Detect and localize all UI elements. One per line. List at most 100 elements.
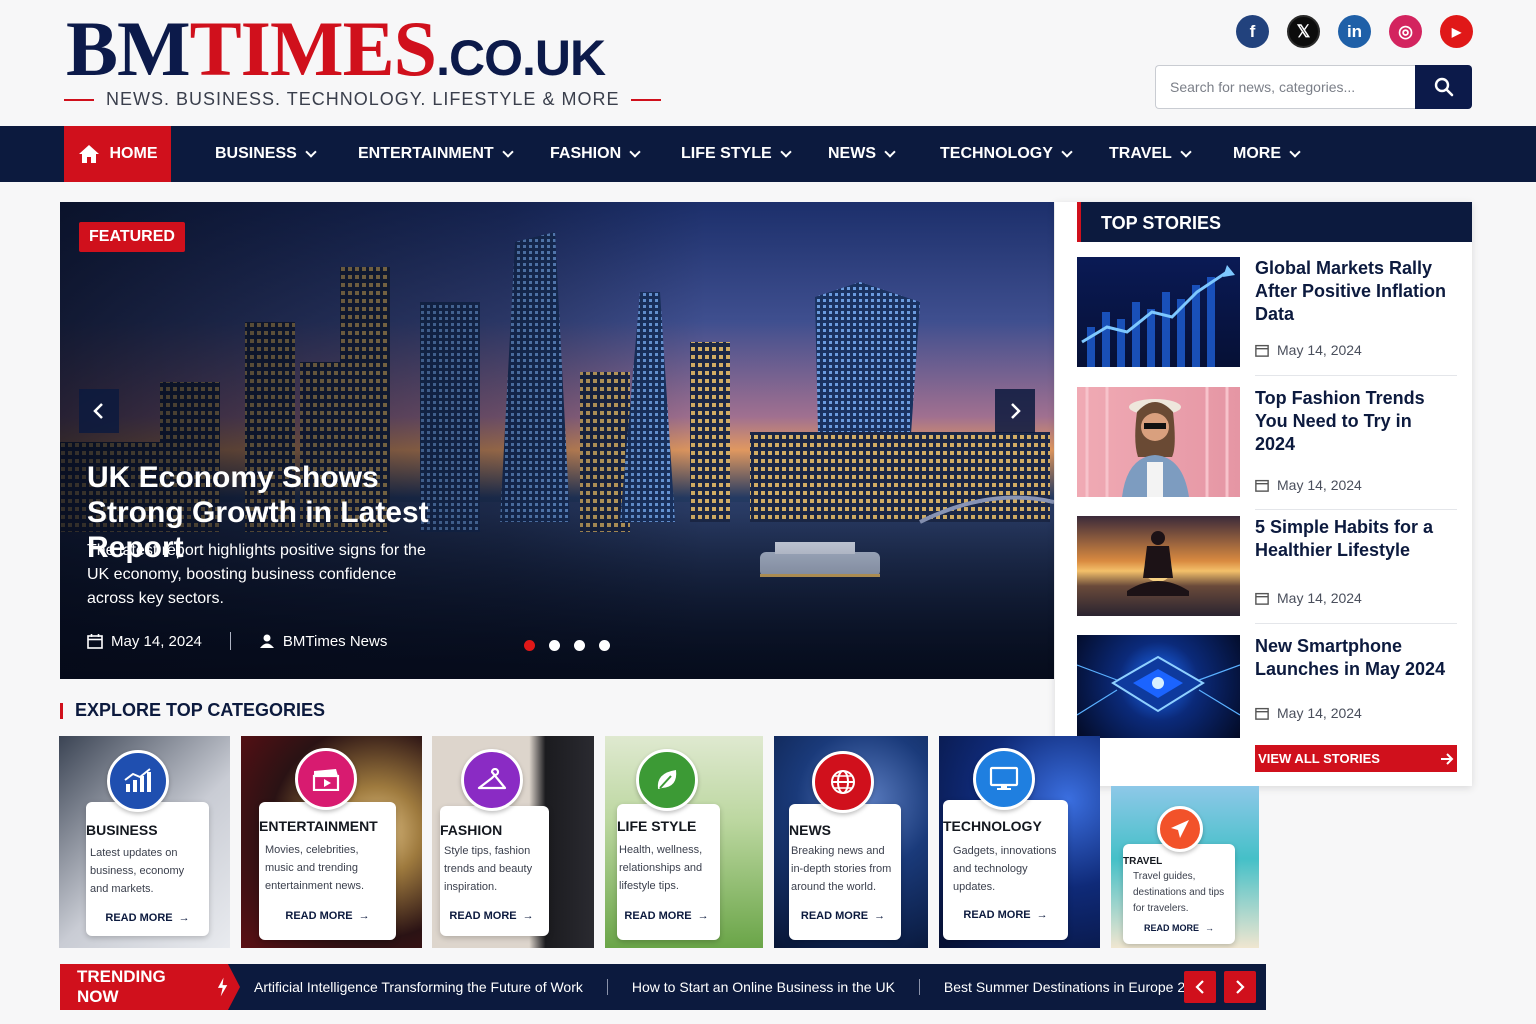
trending-prev-button[interactable] xyxy=(1184,971,1216,1003)
calendar-icon xyxy=(1255,344,1269,357)
featured-badge: FEATURED xyxy=(79,222,185,252)
youtube-icon[interactable]: ▶ xyxy=(1440,15,1473,48)
story-title[interactable]: New Smartphone Launches in May 2024 xyxy=(1255,635,1447,681)
read-more-link[interactable]: READ MORE → xyxy=(1123,923,1235,933)
category-name: ENTERTAINMENT xyxy=(259,818,378,834)
story-item[interactable]: 5 Simple Habits for a Healthier Lifestyl… xyxy=(1077,516,1457,624)
category-business[interactable]: BUSINESS Latest updates on business, eco… xyxy=(59,736,230,948)
trending-label: TRENDING NOW xyxy=(60,964,240,1010)
logo-times: TIMES xyxy=(189,5,437,92)
featured-author: BMTimes News xyxy=(282,632,388,650)
nav-label: NEWS xyxy=(828,145,876,162)
category-lifestyle[interactable]: LIFE STYLE Health, wellness, relationshi… xyxy=(605,736,763,948)
tagline-text: NEWS. BUSINESS. TECHNOLOGY. LIFESTYLE & … xyxy=(106,89,620,109)
chevron-down-icon xyxy=(1289,146,1301,158)
tagline: NEWS. BUSINESS. TECHNOLOGY. LIFESTYLE & … xyxy=(64,89,662,110)
read-more-link[interactable]: READ MORE → xyxy=(86,912,209,924)
category-description: Travel guides, destinations and tips for… xyxy=(1133,871,1225,914)
lightning-icon xyxy=(217,977,228,997)
featured-slider[interactable]: FEATURED UK Economy Shows Strong Growth … xyxy=(60,202,1054,679)
nav-home-label: HOME xyxy=(109,145,158,162)
logo-tld: .CO.UK xyxy=(436,30,606,86)
slider-dot-3[interactable] xyxy=(574,640,585,651)
slider-prev-button[interactable] xyxy=(79,389,119,433)
trending-separator xyxy=(918,979,920,995)
leaf-icon xyxy=(636,749,698,811)
nav-lifestyle[interactable]: LIFE STYLE xyxy=(681,126,792,182)
category-technology[interactable]: TECHNOLOGY Gadgets, innovations and tech… xyxy=(939,736,1100,948)
slider-dots xyxy=(524,640,610,651)
nav-label: FASHION xyxy=(550,145,622,162)
site-logo[interactable]: BMTIMES.CO.UK xyxy=(66,10,606,97)
category-name: LIFE STYLE xyxy=(617,818,697,834)
story-item[interactable]: New Smartphone Launches in May 2024 May … xyxy=(1077,635,1457,740)
top-stories-heading: TOP STORIES xyxy=(1077,202,1472,242)
view-all-stories-button[interactable]: VIEW ALL STORIES xyxy=(1255,745,1457,772)
story-date: May 14, 2024 xyxy=(1255,477,1362,493)
nav-label: ENTERTAINMENT xyxy=(358,145,494,162)
story-title[interactable]: Global Markets Rally After Positive Infl… xyxy=(1255,257,1447,326)
read-more-link[interactable]: READ MORE → xyxy=(440,910,543,922)
story-item[interactable]: Top Fashion Trends You Need to Try in 20… xyxy=(1077,387,1457,510)
nav-label: BUSINESS xyxy=(215,145,297,162)
category-entertainment[interactable]: ENTERTAINMENT Movies, celebrities, music… xyxy=(241,736,422,948)
nav-news[interactable]: NEWS xyxy=(828,126,896,182)
trending-item[interactable]: Best Summer Destinations in Europe 2024 xyxy=(944,979,1209,995)
nav-business[interactable]: BUSINESS xyxy=(215,126,317,182)
category-news[interactable]: NEWS Breaking news and in-depth stories … xyxy=(774,736,928,948)
slider-next-button[interactable] xyxy=(995,389,1035,433)
nav-entertainment[interactable]: ENTERTAINMENT xyxy=(358,126,514,182)
read-more-link[interactable]: READ MORE → xyxy=(617,910,716,922)
read-more-link[interactable]: READ MORE → xyxy=(259,910,396,922)
category-name: BUSINESS xyxy=(86,822,158,838)
trending-item[interactable]: Artificial Intelligence Transforming the… xyxy=(254,979,583,995)
chevron-right-icon xyxy=(1011,403,1021,419)
story-item[interactable]: Global Markets Rally After Positive Infl… xyxy=(1077,257,1457,376)
category-description: Style tips, fashion trends and beauty in… xyxy=(444,845,533,893)
nav-technology[interactable]: TECHNOLOGY xyxy=(940,126,1073,182)
category-travel[interactable]: TRAVEL Travel guides, destinations and t… xyxy=(1111,786,1259,948)
chevron-left-icon xyxy=(1195,980,1204,994)
arrow-right-icon: → xyxy=(697,910,709,922)
story-thumbnail xyxy=(1077,257,1240,367)
search-bar xyxy=(1155,65,1472,109)
slider-dot-1[interactable] xyxy=(524,640,535,651)
story-title[interactable]: 5 Simple Habits for a Healthier Lifestyl… xyxy=(1255,516,1447,562)
arrow-right-icon: → xyxy=(1205,923,1214,933)
nav-label: TRAVEL xyxy=(1109,145,1172,162)
nav-label: MORE xyxy=(1233,145,1281,162)
trending-items: Artificial Intelligence Transforming the… xyxy=(254,964,1209,1010)
facebook-icon[interactable]: f xyxy=(1236,15,1269,48)
search-input[interactable] xyxy=(1155,65,1415,109)
nav-home[interactable]: HOME xyxy=(64,126,171,182)
read-more-link[interactable]: READ MORE → xyxy=(943,909,1068,921)
nav-fashion[interactable]: FASHION xyxy=(550,126,641,182)
trending-label-text: TRENDING NOW xyxy=(77,967,166,1006)
nav-travel[interactable]: TRAVEL xyxy=(1109,126,1192,182)
read-more-link[interactable]: READ MORE → xyxy=(789,910,897,922)
slider-dot-4[interactable] xyxy=(599,640,610,651)
meta-separator xyxy=(229,632,231,650)
calendar-icon xyxy=(87,634,103,649)
story-title[interactable]: Top Fashion Trends You Need to Try in 20… xyxy=(1255,387,1447,456)
slider-dot-2[interactable] xyxy=(549,640,560,651)
chevron-down-icon xyxy=(1061,146,1073,158)
category-fashion[interactable]: FASHION Style tips, fashion trends and b… xyxy=(432,736,594,948)
nav-more[interactable]: MORE xyxy=(1233,126,1301,182)
trending-next-button[interactable] xyxy=(1224,971,1256,1003)
featured-meta: May 14, 2024 BMTimes News xyxy=(87,632,387,650)
trending-bar: TRENDING NOW Artificial Intelligence Tra… xyxy=(60,964,1266,1010)
category-description: Latest updates on business, economy and … xyxy=(90,847,185,895)
tagline-dash-right xyxy=(631,98,662,101)
trending-item[interactable]: How to Start an Online Business in the U… xyxy=(632,979,895,995)
logo-bm: BM xyxy=(66,5,191,92)
story-thumbnail xyxy=(1077,387,1240,497)
linkedin-icon[interactable]: in xyxy=(1338,15,1371,48)
instagram-icon[interactable]: ◎ xyxy=(1389,15,1422,48)
nav-label: LIFE STYLE xyxy=(681,145,772,162)
search-button[interactable] xyxy=(1415,65,1472,109)
story-thumbnail xyxy=(1077,635,1240,738)
x-icon[interactable]: 𝕏 xyxy=(1287,15,1320,48)
story-thumbnail xyxy=(1077,516,1240,616)
plane-icon xyxy=(1157,806,1203,852)
